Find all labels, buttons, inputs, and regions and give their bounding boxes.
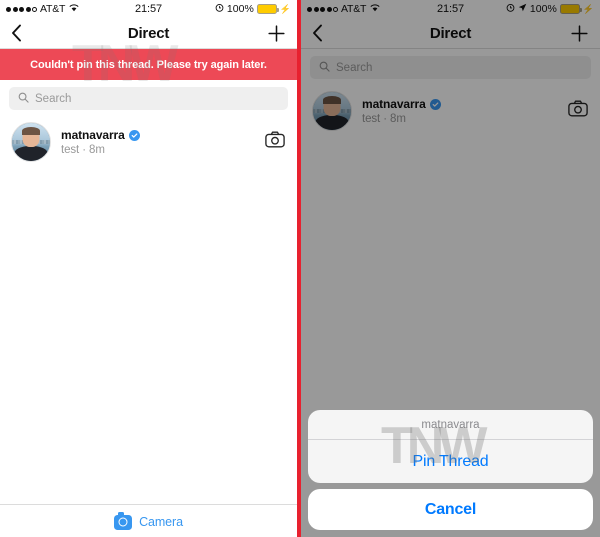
camera-icon	[114, 512, 133, 530]
camera-label: Camera	[139, 515, 183, 529]
error-banner: Couldn't pin this thread. Please try aga…	[0, 49, 297, 80]
screenshot-stage: AT&T 21:57 100% ⚡ Direct Couldn't pin th…	[0, 0, 600, 537]
cancel-button[interactable]: Cancel	[308, 489, 593, 530]
search-icon	[18, 90, 29, 108]
verified-badge-icon	[128, 129, 140, 141]
avatar	[11, 122, 51, 162]
battery-icon	[256, 4, 279, 14]
search-placeholder: Search	[35, 92, 72, 105]
status-bar-left: AT&T 21:57 100% ⚡	[0, 0, 297, 18]
search-input[interactable]: Search	[9, 87, 288, 110]
action-sheet: matnavarra Pin Thread	[308, 410, 593, 483]
thread-list-item[interactable]: matnavarra test · 8m	[0, 116, 297, 170]
thread-text-block: matnavarra test · 8m	[61, 128, 255, 156]
thread-preview: test · 8m	[61, 144, 105, 156]
new-message-button[interactable]	[267, 24, 286, 43]
right-phone-screen: AT&T 21:57 100% ⚡ Direct Search matnavar…	[301, 0, 600, 537]
thread-username: matnavarra	[61, 128, 125, 142]
camera-outline-icon[interactable]	[265, 131, 285, 153]
search-container-left: Search	[0, 80, 297, 116]
page-title: Direct	[127, 24, 170, 42]
clock-label: 21:57	[134, 3, 163, 15]
navigation-bar-left: Direct	[0, 18, 297, 49]
camera-bar[interactable]: Camera	[0, 504, 297, 537]
pin-thread-button[interactable]: Pin Thread	[308, 440, 593, 483]
thread-list-empty-area	[0, 170, 297, 504]
back-button[interactable]	[11, 24, 22, 42]
action-sheet-title: matnavarra	[308, 410, 593, 440]
left-phone-screen: AT&T 21:57 100% ⚡ Direct Couldn't pin th…	[0, 0, 297, 537]
